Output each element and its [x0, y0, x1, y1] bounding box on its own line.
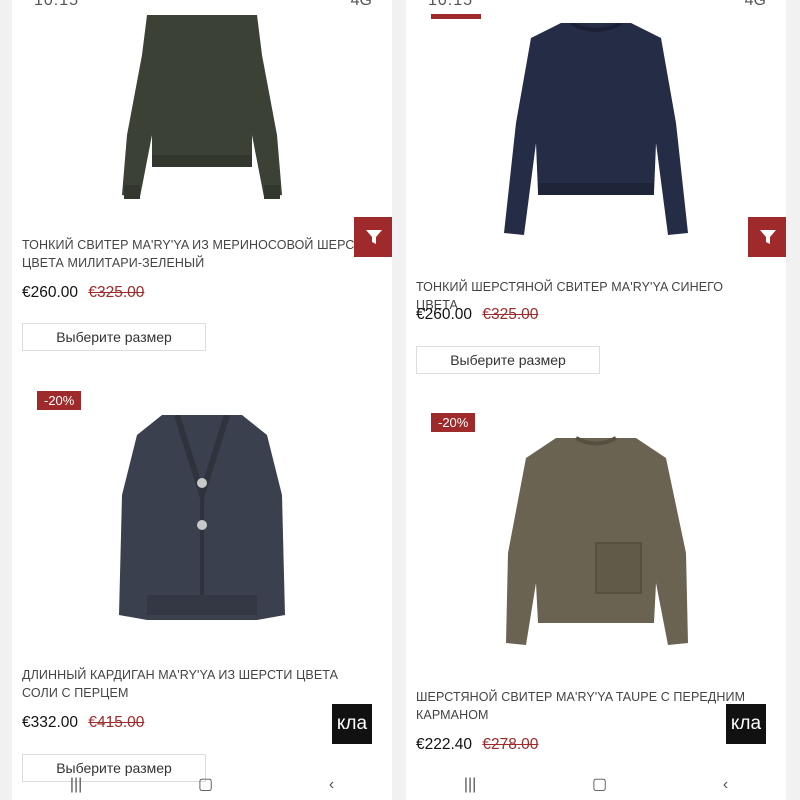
filter-button[interactable] [748, 217, 786, 257]
price-row: €332.00 €415.00 [22, 714, 144, 732]
select-size-button[interactable]: Выберите размер [22, 323, 206, 351]
select-size-button[interactable]: Выберите размер [416, 346, 600, 374]
left-panel: 10:15 4G ТОНКИЙ СВИТЕР MA'RY'YA ИЗ МЕРИН… [12, 0, 392, 800]
filter-button[interactable] [354, 217, 392, 257]
back-icon[interactable]: ‹ [723, 776, 728, 794]
product-image[interactable] [22, 0, 382, 215]
product-image[interactable] [22, 410, 382, 625]
recents-icon[interactable]: ||| [464, 776, 476, 794]
kla-button[interactable]: кла [332, 704, 372, 744]
filter-icon [366, 230, 382, 244]
product-old-price: €278.00 [482, 736, 539, 753]
product-old-price: €325.00 [88, 284, 145, 301]
system-navbar: ||| ▢ ‹ [12, 760, 392, 800]
recents-icon[interactable]: ||| [70, 776, 82, 794]
product-image[interactable] [416, 428, 776, 648]
product-price: €260.00 [22, 284, 79, 301]
price-row: €260.00 €325.00 [416, 306, 538, 324]
filter-icon [760, 230, 776, 244]
product-old-price: €325.00 [482, 306, 539, 323]
back-icon[interactable]: ‹ [329, 776, 334, 794]
discount-badge: -20% [37, 391, 82, 410]
right-panel: 10:15 4G ТОНКИЙ ШЕРСТЯНОЙ СВИТЕР MA'RY'Y… [406, 0, 786, 800]
home-icon[interactable]: ▢ [592, 774, 607, 794]
product-title[interactable]: ДЛИННЫЙ КАРДИГАН MA'RY'YA ИЗ ШЕРСТИ ЦВЕТ… [22, 666, 372, 702]
product-title[interactable]: ШЕРСТЯНОЙ СВИТЕР MA'RY'YA TAUPE С ПЕРЕДН… [416, 688, 766, 724]
price-row: €260.00 €325.00 [22, 284, 144, 302]
navy-sweater-image [504, 23, 688, 235]
product-price: €222.40 [416, 736, 473, 753]
product-card[interactable]: ТОНКИЙ СВИТЕР MA'RY'YA ИЗ МЕРИНОСОВОЙ ШЕ… [12, 0, 392, 360]
grey-cardigan-image [119, 415, 285, 620]
product-title[interactable]: ТОНКИЙ СВИТЕР MA'RY'YA ИЗ МЕРИНОСОВОЙ ШЕ… [22, 236, 372, 272]
product-card[interactable]: ТОНКИЙ ШЕРСТЯНОЙ СВИТЕР MA'RY'YA СИНЕГО … [406, 0, 786, 380]
product-image[interactable] [416, 18, 776, 238]
system-navbar: ||| ▢ ‹ [406, 760, 786, 800]
product-old-price: €415.00 [88, 714, 145, 731]
product-price: €332.00 [22, 714, 79, 731]
home-icon[interactable]: ▢ [198, 774, 213, 794]
kla-button[interactable]: кла [726, 704, 766, 744]
taupe-sweater-image [506, 436, 688, 645]
product-price: €260.00 [416, 306, 473, 323]
price-row: €222.40 €278.00 [416, 736, 538, 754]
green-sweater-image [122, 15, 282, 199]
